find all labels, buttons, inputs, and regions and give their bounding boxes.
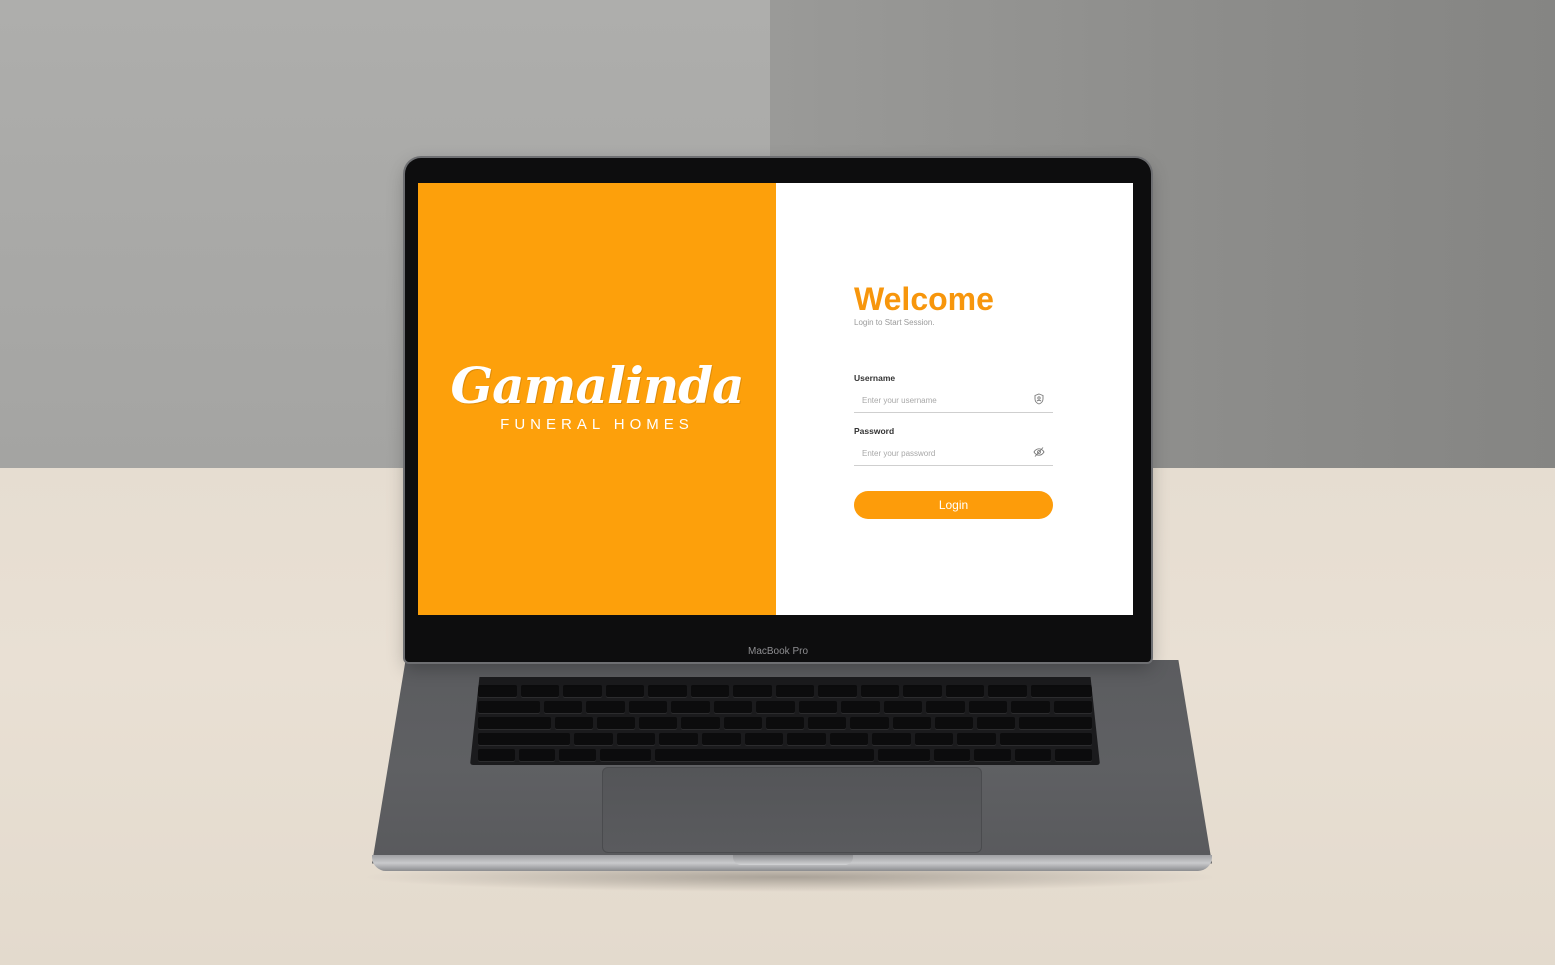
spacebar: [654, 749, 875, 761]
key: [1053, 701, 1093, 713]
key: [586, 701, 625, 713]
page-title: Welcome: [854, 281, 994, 317]
key: [968, 701, 1008, 713]
key: [860, 685, 899, 697]
key: [872, 733, 911, 745]
key: [914, 733, 954, 745]
key: [878, 749, 930, 761]
key: [829, 733, 869, 745]
key: [681, 717, 720, 729]
keyboard-row-2: [478, 701, 1093, 713]
keyboard: [470, 677, 1100, 765]
brand-panel: Gamalinda FUNERAL HOMES: [418, 183, 776, 615]
key: [701, 733, 741, 745]
key: [648, 685, 687, 697]
trackpad: [602, 767, 982, 853]
key: [599, 749, 651, 761]
key: [671, 701, 710, 713]
key: [554, 717, 593, 729]
key: [933, 749, 971, 761]
key: [818, 685, 857, 697]
key: [744, 733, 784, 745]
key: [1011, 701, 1050, 713]
key: [787, 733, 826, 745]
key: [639, 717, 678, 729]
key: [596, 717, 636, 729]
key: [478, 701, 540, 713]
key: [988, 685, 1027, 697]
key: [478, 685, 517, 697]
key: [478, 717, 551, 729]
password-field: [854, 441, 1053, 466]
key: [883, 701, 923, 713]
keyboard-row-1: [478, 685, 1093, 697]
key: [690, 685, 729, 697]
key: [934, 717, 974, 729]
key: [765, 717, 805, 729]
key: [974, 749, 1011, 761]
username-input[interactable]: [862, 392, 1027, 408]
shield-user-icon: [1034, 393, 1044, 405]
key: [945, 685, 984, 697]
key: [563, 685, 602, 697]
key: [808, 717, 847, 729]
keyboard-row-3: [478, 717, 1093, 729]
key: [733, 685, 772, 697]
key: [478, 733, 571, 745]
key: [543, 701, 583, 713]
key: [850, 717, 889, 729]
logo-script-text: Gamalinda: [450, 356, 744, 415]
key: [841, 701, 880, 713]
key: [926, 701, 965, 713]
logo-subtitle: FUNERAL HOMES: [500, 416, 694, 433]
username-label: Username: [854, 373, 896, 383]
screen: Gamalinda FUNERAL HOMES Welcome Login to…: [418, 183, 1133, 615]
login-form-panel: Welcome Login to Start Session. Username…: [776, 183, 1133, 615]
username-field: [854, 388, 1053, 413]
laptop-lid: Gamalinda FUNERAL HOMES Welcome Login to…: [405, 158, 1151, 662]
key: [1019, 717, 1093, 729]
login-button[interactable]: Login: [854, 491, 1053, 519]
laptop-notch: [733, 855, 853, 865]
password-input[interactable]: [862, 445, 1027, 461]
keyboard-row-5: [478, 749, 1092, 761]
key: [518, 749, 556, 761]
key: [605, 685, 644, 697]
key: [798, 701, 838, 713]
key: [616, 733, 656, 745]
key: [1014, 749, 1052, 761]
key: [520, 685, 559, 697]
key: [957, 733, 996, 745]
key: [775, 685, 814, 697]
key: [628, 701, 668, 713]
key: [892, 717, 931, 729]
key: [713, 701, 753, 713]
eye-off-icon[interactable]: [1033, 446, 1045, 458]
device-model-label: MacBook Pro: [747, 646, 809, 657]
key: [1030, 685, 1093, 697]
key: [574, 733, 613, 745]
page-subtitle: Login to Start Session.: [854, 318, 935, 327]
key: [977, 717, 1016, 729]
key: [723, 717, 762, 729]
brand-logo: Gamalinda FUNERAL HOMES: [418, 356, 776, 434]
keyboard-row-4: [478, 733, 1093, 745]
key: [559, 749, 596, 761]
key: [659, 733, 698, 745]
key: [478, 749, 515, 761]
key: [756, 701, 795, 713]
password-label: Password: [854, 426, 895, 436]
key: [999, 733, 1093, 745]
key: [1055, 749, 1092, 761]
key: [903, 685, 942, 697]
